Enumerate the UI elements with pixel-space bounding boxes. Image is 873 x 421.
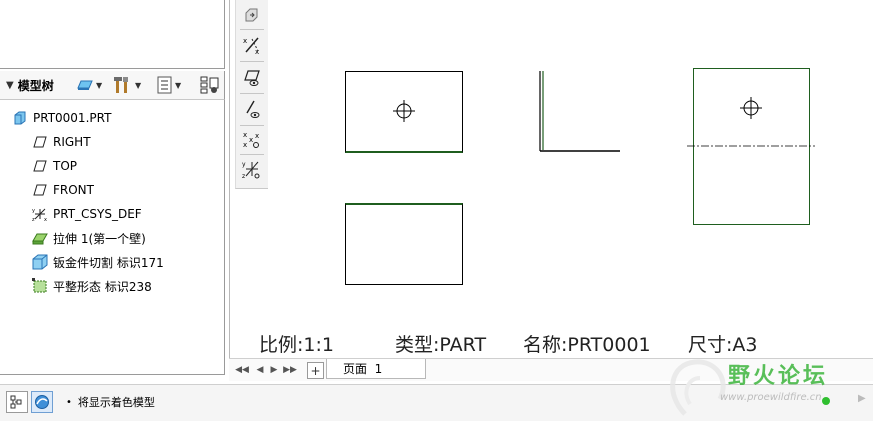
tools-icon — [114, 77, 128, 93]
svg-text:x: x — [243, 37, 247, 45]
center-mark-icon — [393, 100, 415, 122]
tree-item-top[interactable]: TOP — [32, 156, 77, 176]
drawing-canvas[interactable]: 比例:1:1 类型:PART 名称:PRT0001 尺寸:A3 — [259, 0, 873, 358]
tree-item-front[interactable]: FRONT — [32, 180, 94, 200]
datum-plane-icon — [32, 182, 48, 198]
tree-item-label: FRONT — [53, 183, 94, 197]
chevron-down-icon: ▼ — [135, 80, 142, 90]
drawing-view-top-left[interactable] — [345, 71, 463, 153]
svg-text:y: y — [242, 161, 246, 168]
tree-item-label: PRT0001.PRT — [33, 111, 112, 125]
datum-plane-icon — [32, 158, 48, 174]
model-tree-toolbar: ▼ 模型树 ▼ ▼ ▼ — [0, 71, 225, 100]
svg-text:x: x — [44, 217, 47, 222]
tree-columns-button[interactable]: ▼ — [157, 71, 181, 99]
tree-item-label: 拉伸 1(第一个壁) — [53, 231, 146, 246]
svg-text:x: x — [255, 48, 259, 55]
bend-centerline — [687, 145, 815, 147]
datum-points-toggle[interactable]: xxxx — [239, 126, 265, 152]
sheetmetal-cut-icon — [32, 254, 48, 270]
datum-planes-toggle[interactable] — [239, 64, 265, 90]
drawing-scale-text: 比例:1:1 — [259, 334, 334, 356]
prev-sheet-button[interactable]: ◀ — [253, 363, 267, 377]
svg-text:x: x — [249, 136, 253, 144]
svg-text:x: x — [255, 132, 259, 140]
datum-axis-toggle[interactable] — [239, 96, 265, 122]
next-sheet-button[interactable]: ▶ — [267, 363, 281, 377]
tree-item-sheetmetal-cut[interactable]: 钣金件切割 标识171 — [32, 252, 164, 272]
csys-display-toggle[interactable]: yz — [239, 156, 265, 182]
datum-display-button[interactable] — [239, 2, 265, 28]
part-icon — [12, 110, 28, 126]
bullet-icon: • — [66, 396, 72, 408]
tree-item-right[interactable]: RIGHT — [32, 132, 91, 152]
settings-menu-button[interactable]: ▼ — [113, 71, 141, 99]
tree-item-flat-state[interactable]: 平整形态 标识238 — [32, 276, 152, 296]
chevron-down-icon: ▼ — [96, 80, 103, 90]
first-sheet-button[interactable]: ◀◀ — [235, 363, 249, 377]
svg-text:z: z — [32, 217, 35, 222]
tree-filter-icon — [200, 76, 219, 94]
model-tree: PRT0001.PRT RIGHT TOP FRONT y z x PRT_CS… — [0, 100, 225, 375]
tree-toggle-icon — [10, 395, 22, 409]
extrude-wall-icon — [32, 230, 48, 246]
tree-item-label: PRT_CSYS_DEF — [53, 207, 142, 221]
tree-item-label: TOP — [53, 159, 78, 173]
model-tree-header[interactable]: ▼ 模型树 — [6, 71, 54, 99]
status-indicator-icon — [822, 397, 830, 405]
last-sheet-button[interactable]: ▶▶ — [283, 363, 297, 377]
svg-text:x: x — [243, 141, 247, 149]
add-sheet-button[interactable]: + — [307, 362, 324, 379]
sheet-tab-label: 页面 1 — [343, 362, 383, 376]
datum-axes-toggle[interactable]: xx — [239, 32, 265, 58]
navigator-top-area — [0, 0, 225, 69]
svg-text:z: z — [242, 173, 245, 179]
drawing-size-text: 尺寸:A3 — [688, 334, 758, 356]
tree-item-label: RIGHT — [53, 135, 91, 149]
axes-display-icon: xx — [243, 37, 259, 55]
status-message-text: 将显示着色模型 — [77, 396, 155, 409]
show-menu-icon — [77, 80, 93, 90]
svg-text:y: y — [32, 208, 35, 214]
points-display-icon: xxxx — [243, 131, 259, 149]
tree-item-label: 钣金件切割 标识171 — [53, 255, 164, 270]
navigator-toggle-button[interactable] — [6, 391, 28, 413]
cube-arrow-icon — [245, 8, 258, 22]
tab-sheet-1[interactable]: 页面 1 — [326, 359, 426, 379]
chevron-down-icon: ▼ — [175, 80, 182, 90]
tree-item-csys[interactable]: y z x PRT_CSYS_DEF — [32, 204, 142, 224]
drawing-name-text: 名称:PRT0001 — [523, 334, 651, 356]
browser-toggle-button[interactable] — [31, 391, 53, 413]
drawing-view-side[interactable] — [536, 68, 626, 158]
navigator-panel: ▼ 模型树 ▼ ▼ ▼ PRT0001.PRT RIGHT TOP FRONT … — [0, 0, 230, 378]
show-menu-button[interactable]: ▼ — [76, 71, 102, 99]
sheet-tab-bar: ◀◀ ◀ ▶ ▶▶ + 页面 1 — [229, 358, 873, 381]
model-tree-title: 模型树 — [17, 78, 54, 93]
flat-state-icon — [32, 278, 48, 294]
tree-item-label: 平整形态 标识238 — [53, 279, 152, 294]
collapse-triangle-icon[interactable]: ▼ — [6, 80, 14, 91]
drawing-view-bottom[interactable] — [345, 203, 463, 285]
tree-filter-button[interactable] — [200, 71, 220, 99]
drawing-type-text: 类型:PART — [395, 334, 487, 356]
list-settings-icon — [157, 76, 172, 94]
datum-toolbar: xx xxxx yz — [235, 0, 269, 189]
center-mark-icon — [740, 97, 762, 119]
svg-text:x: x — [243, 131, 247, 139]
plane-display-icon — [244, 70, 260, 86]
status-message: • 将显示着色模型 — [66, 394, 155, 410]
axis-display-icon — [246, 100, 260, 118]
csys-display-icon: yz — [242, 161, 260, 179]
browser-icon — [35, 395, 49, 409]
datum-plane-icon — [32, 134, 48, 150]
tree-item-part[interactable]: PRT0001.PRT — [12, 108, 111, 128]
scroll-right-icon: ▶ — [858, 393, 866, 404]
coordinate-system-icon: y z x — [32, 206, 48, 222]
tree-item-extrude[interactable]: 拉伸 1(第一个壁) — [32, 228, 146, 248]
status-bar: • 将显示着色模型 ▶ — [0, 384, 873, 421]
